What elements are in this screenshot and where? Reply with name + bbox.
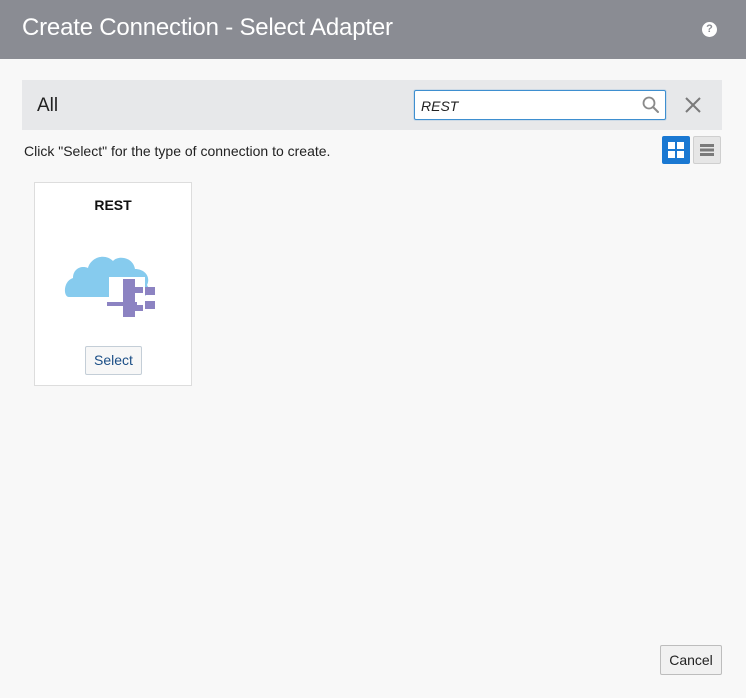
category-label: All: [37, 95, 59, 116]
instruction-text: Click "Select" for the type of connectio…: [24, 143, 331, 159]
cloud-plug-icon: [64, 256, 155, 317]
search-icon[interactable]: [641, 95, 661, 115]
adapter-name: REST: [94, 197, 132, 213]
search-input[interactable]: REST: [414, 90, 666, 120]
grid-view-icon: [668, 142, 684, 158]
filter-bar: All REST: [22, 80, 722, 130]
help-icon[interactable]: ?: [702, 22, 717, 37]
search-value: REST: [421, 98, 459, 114]
adapter-card: REST Select: [34, 182, 192, 386]
select-button[interactable]: Select: [85, 346, 142, 375]
dialog-title: Create Connection - Select Adapter: [22, 14, 393, 41]
close-icon[interactable]: [684, 96, 702, 114]
cancel-button[interactable]: Cancel: [660, 645, 722, 675]
dialog-header: Create Connection - Select Adapter ?: [0, 0, 746, 59]
list-view-button[interactable]: [693, 136, 721, 164]
grid-view-button[interactable]: [662, 136, 690, 164]
list-view-icon: [700, 144, 714, 156]
